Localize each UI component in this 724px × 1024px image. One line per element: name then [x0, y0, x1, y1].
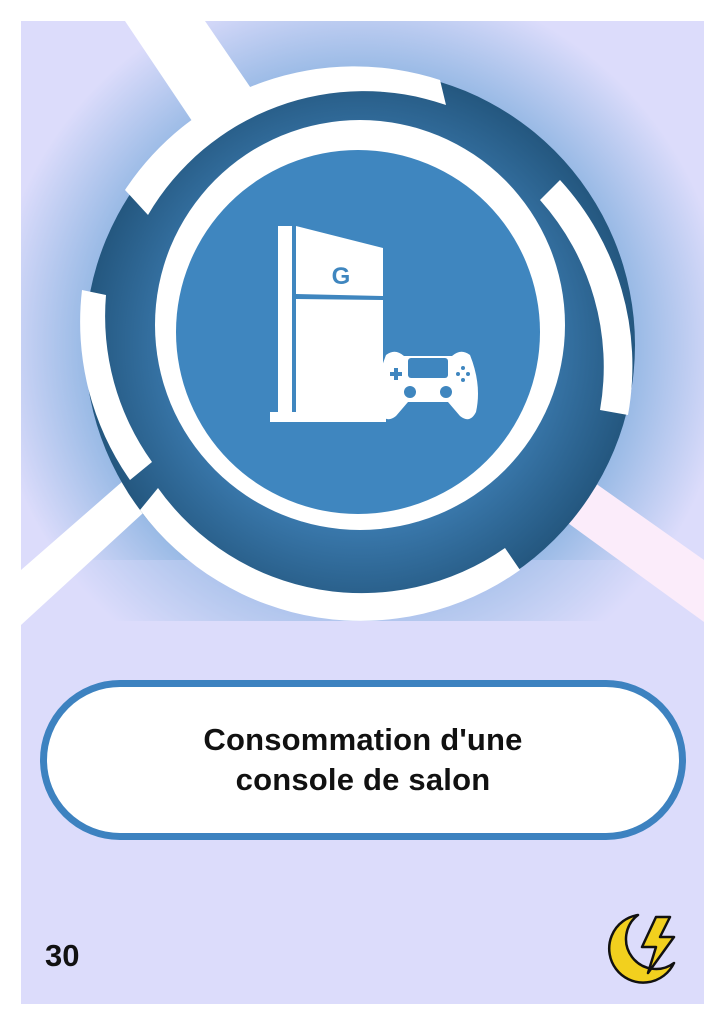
card-title-line-1: Consommation d'une: [203, 722, 523, 757]
title-box: Consommation d'une console de salon: [40, 680, 686, 840]
controller-button-a: [461, 366, 465, 370]
controller-touchpad: [408, 358, 448, 378]
console-logo: G: [332, 263, 351, 290]
lightning-moon-energy-icon: [607, 913, 676, 984]
card-artwork: G: [0, 0, 724, 1024]
console-front: [296, 226, 383, 418]
card-number: 30: [45, 938, 80, 973]
console-side: [278, 226, 292, 418]
controller-button-b: [466, 372, 470, 376]
controller-stick-left: [404, 386, 416, 398]
controller-stick-right: [440, 386, 452, 398]
controller-button-d: [461, 378, 465, 382]
controller-button-c: [456, 372, 460, 376]
card-title-line-2: console de salon: [235, 762, 491, 797]
console-base: [270, 412, 386, 422]
